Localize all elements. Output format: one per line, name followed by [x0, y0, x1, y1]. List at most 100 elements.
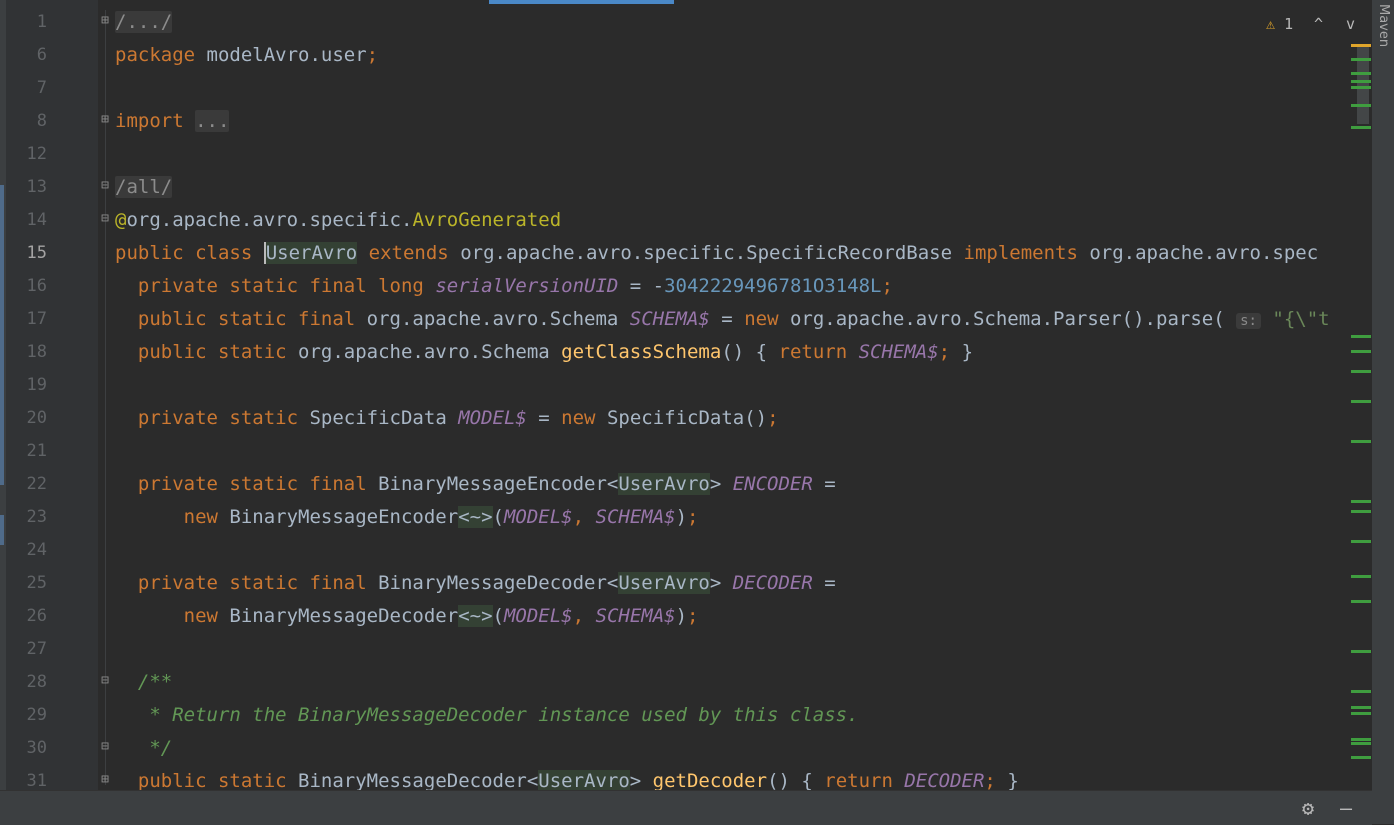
line-number[interactable]: 25 — [6, 567, 47, 600]
code-text[interactable]: public class UserAvro extends org.apache… — [115, 237, 1318, 270]
chevron-up-icon[interactable]: ^ — [1314, 12, 1323, 36]
code-line[interactable]: 20 private static SpecificData MODEL$ = … — [0, 402, 1342, 435]
line-number[interactable]: 8 — [6, 105, 47, 138]
change-stripe-marker[interactable] — [1351, 500, 1371, 503]
change-stripe-marker[interactable] — [1351, 650, 1371, 653]
code-line[interactable]: 19 — [0, 369, 1342, 402]
change-stripe-marker[interactable] — [1351, 72, 1371, 75]
change-stripe-marker[interactable] — [1351, 370, 1371, 373]
change-stripe-marker[interactable] — [1351, 600, 1371, 603]
code-line[interactable]: 25 private static final BinaryMessageDec… — [0, 567, 1342, 600]
code-line[interactable]: 17 public static final org.apache.avro.S… — [0, 303, 1342, 336]
line-number[interactable]: 26 — [6, 600, 47, 633]
minimize-icon[interactable]: — — [1340, 797, 1352, 819]
code-text[interactable]: * Return the BinaryMessageDecoder instan… — [115, 699, 858, 732]
code-line[interactable]: 18 public static org.apache.avro.Schema … — [0, 336, 1342, 369]
change-stripe-marker[interactable] — [1351, 712, 1371, 715]
line-number[interactable]: 20 — [6, 402, 47, 435]
change-stripe-marker[interactable] — [1351, 756, 1371, 759]
line-number[interactable]: 16 — [6, 270, 47, 303]
code-line[interactable]: 29 * Return the BinaryMessageDecoder ins… — [0, 699, 1342, 732]
line-number[interactable]: 17 — [6, 303, 47, 336]
change-stripe-marker[interactable] — [1351, 690, 1371, 693]
code-line[interactable]: 28 ⊟ /** — [0, 666, 1342, 699]
line-number[interactable]: 29 — [6, 699, 47, 732]
change-stripe-marker[interactable] — [1351, 126, 1371, 129]
change-stripe-marker[interactable] — [1351, 104, 1371, 107]
code-text[interactable]: private static SpecificData MODEL$ = new… — [115, 402, 779, 435]
fold-expand-icon[interactable]: ⊞ — [99, 773, 111, 786]
line-number[interactable]: 23 — [6, 501, 47, 534]
change-stripe-marker[interactable] — [1351, 510, 1371, 513]
line-number[interactable]: 27 — [6, 633, 47, 666]
code-line[interactable]: 16 private static final long serialVersi… — [0, 270, 1342, 303]
warning-count[interactable]: 1 — [1284, 15, 1293, 33]
fold-collapse-icon[interactable]: ⊟ — [99, 179, 111, 192]
fold-expand-icon[interactable]: ⊞ — [99, 113, 111, 126]
code-text[interactable]: public static final org.apache.avro.Sche… — [115, 303, 1330, 338]
code-line[interactable]: 12 — [0, 138, 1342, 171]
fold-collapse-icon[interactable]: ⊟ — [99, 212, 111, 225]
change-stripe-marker[interactable] — [1351, 575, 1371, 578]
code-line[interactable]: 23 new BinaryMessageEncoder<~>(MODEL$, S… — [0, 501, 1342, 534]
line-number[interactable]: 24 — [6, 534, 47, 567]
inspection-widget[interactable]: ⚠ 1 — [1266, 12, 1293, 36]
code-line[interactable]: 24 — [0, 534, 1342, 567]
folded-region[interactable]: /.../ — [115, 11, 173, 33]
code-text[interactable]: new BinaryMessageEncoder<~>(MODEL$, SCHE… — [115, 501, 698, 534]
folded-region[interactable]: ... — [195, 110, 230, 132]
code-line[interactable]: 15 public class UserAvro extends org.apac… — [0, 237, 1342, 270]
code-line[interactable]: 30 ⊟ */ — [0, 732, 1342, 765]
change-stripe-marker[interactable] — [1351, 335, 1371, 338]
code-text[interactable]: /** — [115, 666, 172, 699]
change-stripe-marker[interactable] — [1351, 540, 1371, 543]
fold-collapse-icon[interactable]: ⊟ — [99, 674, 111, 687]
line-number[interactable]: 14 — [6, 204, 47, 237]
change-stripe-marker[interactable] — [1351, 80, 1371, 83]
warning-marker[interactable] — [1351, 44, 1371, 47]
change-stripe-marker[interactable] — [1351, 58, 1371, 61]
line-number[interactable]: 13 — [6, 171, 47, 204]
code-line[interactable]: 27 — [0, 633, 1342, 666]
warning-triangle-icon[interactable]: ⚠ — [1266, 15, 1275, 33]
change-stripe-marker[interactable] — [1351, 400, 1371, 403]
maven-tool-window-button[interactable]: Maven — [1376, 4, 1391, 47]
line-number[interactable]: 15 — [6, 237, 47, 270]
line-number[interactable]: 12 — [6, 138, 47, 171]
code-line[interactable]: 22 private static final BinaryMessageEnc… — [0, 468, 1342, 501]
line-number[interactable]: 22 — [6, 468, 47, 501]
code-line[interactable]: 26 new BinaryMessageDecoder<~>(MODEL$, S… — [0, 600, 1342, 633]
code-text[interactable]: private static final BinaryMessageEncode… — [115, 468, 836, 501]
editor-scrollbar[interactable] — [1343, 30, 1371, 790]
line-number[interactable]: 21 — [6, 435, 47, 468]
code-text[interactable]: public static org.apache.avro.Schema get… — [115, 336, 973, 369]
folded-region[interactable]: /all/ — [115, 176, 173, 198]
code-text[interactable]: import ... — [115, 105, 230, 138]
code-line[interactable]: 14 ⊟ @org.apache.avro.specific.AvroGenerat… — [0, 204, 1342, 237]
code-line[interactable]: 6 package modelAvro.user; — [0, 39, 1342, 72]
code-line[interactable]: 8 ⊞ import ... — [0, 105, 1342, 138]
code-text[interactable]: new BinaryMessageDecoder<~>(MODEL$, SCHE… — [115, 600, 698, 633]
change-stripe-marker[interactable] — [1351, 738, 1371, 741]
line-number[interactable]: 30 — [6, 732, 47, 765]
line-number[interactable]: 1 — [6, 6, 47, 39]
code-line[interactable]: 7 — [0, 72, 1342, 105]
code-text[interactable]: @org.apache.avro.specific.AvroGenerated — [115, 204, 561, 237]
line-number[interactable]: 6 — [6, 39, 47, 72]
line-number[interactable]: 28 — [6, 666, 47, 699]
fold-expand-icon[interactable]: ⊞ — [99, 14, 111, 27]
line-number[interactable]: 7 — [6, 72, 47, 105]
code-text[interactable]: /all/ — [115, 171, 173, 204]
code-text[interactable]: /.../ — [115, 6, 173, 39]
gear-icon[interactable]: ⚙ — [1302, 797, 1314, 819]
code-text[interactable]: */ — [115, 732, 172, 765]
change-stripe-marker[interactable] — [1351, 742, 1371, 745]
code-text[interactable]: package modelAvro.user; — [115, 39, 378, 72]
code-text[interactable]: private static final BinaryMessageDecode… — [115, 567, 836, 600]
code-line[interactable]: 13 ⊟ /all/ — [0, 171, 1342, 204]
line-number[interactable]: 18 — [6, 336, 47, 369]
scroll-thumb[interactable] — [1357, 44, 1369, 124]
code-text[interactable]: private static final long serialVersionU… — [115, 270, 893, 303]
code-line[interactable]: 1 ⊞ /.../ — [0, 6, 1342, 39]
fold-collapse-icon[interactable]: ⊟ — [99, 740, 111, 753]
